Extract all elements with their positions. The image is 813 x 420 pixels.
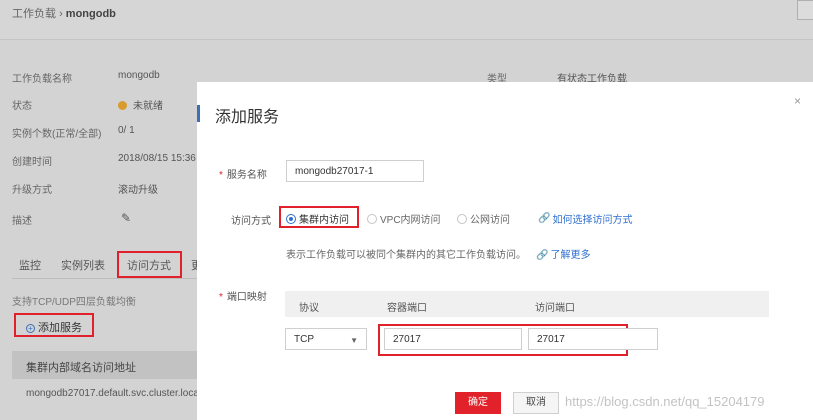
tab-access-highlight xyxy=(117,251,182,278)
link-icon: 🔗 xyxy=(536,250,549,261)
dialog-title: 添加服务 xyxy=(215,109,280,126)
plus-circle-icon: + xyxy=(26,324,35,333)
info-label-desc: 描述 xyxy=(12,216,32,227)
col-access-port: 访问端口 xyxy=(535,303,575,314)
cancel-button[interactable]: 取消 xyxy=(513,392,559,414)
add-service-button[interactable]: + 添加服务 xyxy=(14,313,94,337)
info-label-created: 创建时间 xyxy=(12,157,52,168)
info-value-status: 未就绪 xyxy=(118,97,163,112)
info-value-instances: 0/ 1 xyxy=(118,125,135,136)
edit-pencil-icon[interactable]: ✎ xyxy=(121,211,131,225)
access-port-input[interactable]: 27017 xyxy=(528,328,658,350)
how-to-link[interactable]: 🔗 如何选择访问方式 xyxy=(538,211,632,226)
table-cell-domain: mongodb27017.default.svc.cluster.local xyxy=(26,388,202,399)
protocol-select[interactable]: TCP ▼ xyxy=(285,328,367,350)
service-name-input[interactable]: mongodb27017-1 xyxy=(286,160,424,182)
info-label-upgrade: 升级方式 xyxy=(12,185,52,196)
radio-empty-icon xyxy=(367,213,377,224)
table-header: 集群内部域名访问地址 xyxy=(12,351,202,379)
info-value-created: 2018/08/15 15:36 xyxy=(118,153,196,164)
breadcrumb-current: mongodb xyxy=(65,8,116,20)
title-accent-bar xyxy=(197,105,200,122)
support-text: 支持TCP/UDP四层负载均衡 xyxy=(12,297,136,308)
port-table-header: 协议 容器端口 访问端口 xyxy=(285,291,769,317)
caret-down-icon: ▼ xyxy=(350,336,358,345)
access-method-label: 访问方式 xyxy=(231,216,271,227)
radio-selected-icon xyxy=(286,213,296,224)
info-value-upgrade: 滚动升级 xyxy=(118,185,158,196)
info-label-status: 状态 xyxy=(12,101,32,112)
warning-icon xyxy=(118,101,127,110)
close-icon[interactable]: × xyxy=(794,94,801,108)
breadcrumb-parent[interactable]: 工作负载 xyxy=(12,8,56,20)
radio-empty-icon xyxy=(457,213,467,224)
breadcrumb-separator: › xyxy=(59,8,63,20)
col-container-port: 容器端口 xyxy=(387,303,427,314)
tab-instances[interactable]: 实例列表 xyxy=(61,257,105,273)
service-name-label: * 服务名称 xyxy=(219,170,267,181)
learn-more-link[interactable]: 🔗 了解更多 xyxy=(536,250,590,261)
add-service-label: 添加服务 xyxy=(38,322,82,334)
access-desc: 表示工作负载可以被同个集群内的其它工作负载访问。 🔗 了解更多 xyxy=(286,250,591,261)
radio-vpc[interactable]: VPC内网访问 xyxy=(367,211,441,226)
info-label-name: 工作负载名称 xyxy=(12,74,72,85)
info-label-instances: 实例个数(正常/全部) xyxy=(12,129,102,140)
col-protocol: 协议 xyxy=(299,303,319,314)
add-service-dialog: 添加服务 × * 服务名称 mongodb27017-1 访问方式 集群内访问 V… xyxy=(197,82,813,420)
page-header: 工作负载 › mongodb xyxy=(0,0,813,40)
radio-public[interactable]: 公网访问 xyxy=(457,211,510,226)
port-mapping-label: * 端口映射 xyxy=(219,292,267,303)
container-port-input[interactable]: 27017 xyxy=(384,328,522,350)
header-button[interactable] xyxy=(797,0,813,20)
info-value-name: mongodb xyxy=(118,70,160,81)
watermark: https://blog.csdn.net/qq_15204179 xyxy=(565,394,765,409)
breadcrumb: 工作负载 › mongodb xyxy=(12,5,116,21)
confirm-button[interactable]: 确定 xyxy=(455,392,501,414)
link-icon: 🔗 xyxy=(538,213,551,224)
tab-monitor[interactable]: 监控 xyxy=(19,257,41,273)
status-text: 未就绪 xyxy=(133,101,163,112)
radio-cluster[interactable]: 集群内访问 xyxy=(286,211,349,226)
